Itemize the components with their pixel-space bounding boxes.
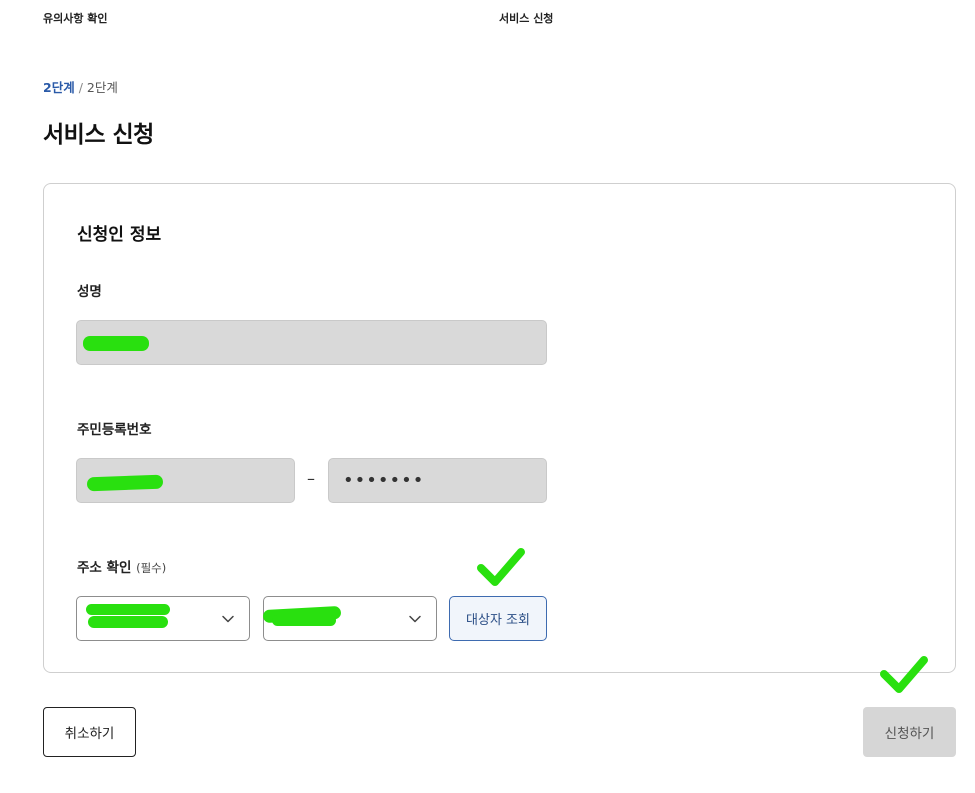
chevron-down-icon (222, 615, 234, 623)
step-indicator-2[interactable]: 서비스 신청 (499, 10, 553, 26)
section-title: 신청인 정보 (77, 225, 162, 245)
rrn-front-field[interactable] (76, 458, 295, 503)
address-label-text: 주소 확인 (77, 560, 132, 576)
address-label: 주소 확인 (필수) (77, 556, 166, 576)
address-select-2[interactable] (262, 596, 437, 641)
step-breadcrumb: 2단계/2단계 (43, 77, 118, 96)
submit-button[interactable]: 신청하기 (863, 707, 956, 757)
breadcrumb-total-steps: 2단계 (86, 80, 118, 95)
step-indicator-1[interactable]: 유의사항 확인 (43, 10, 108, 26)
rrn-label: 주민등록번호 (77, 422, 152, 438)
cancel-button[interactable]: 취소하기 (43, 707, 136, 757)
chevron-down-icon (409, 615, 421, 623)
lookup-target-button[interactable]: 대상자 조회 (449, 596, 547, 641)
green-checkmark-icon (477, 548, 525, 586)
redaction-mark (83, 336, 149, 351)
name-label: 성명 (77, 284, 102, 300)
rrn-separator: – (307, 469, 315, 488)
breadcrumb-separator: / (78, 80, 83, 95)
redaction-mark (272, 615, 336, 626)
applicant-info-card: 신청인 정보 성명 주민등록번호 – ••••••• 주소 확인 (필수) 대상… (43, 183, 956, 673)
service-application-page: 유의사항 확인 서비스 신청 2단계/2단계 서비스 신청 신청인 정보 성명 … (0, 0, 975, 793)
name-field[interactable] (76, 320, 547, 365)
page-title: 서비스 신청 (43, 122, 154, 148)
redaction-mark (86, 474, 164, 492)
green-checkmark-icon (880, 656, 928, 693)
required-marker: (필수) (136, 561, 167, 575)
breadcrumb-current-step: 2단계 (43, 80, 75, 95)
redaction-mark (88, 616, 168, 628)
address-select-1[interactable] (76, 596, 250, 641)
redaction-mark (86, 604, 170, 615)
rrn-back-field[interactable]: ••••••• (328, 458, 547, 503)
masked-digits: ••••••• (343, 470, 425, 491)
